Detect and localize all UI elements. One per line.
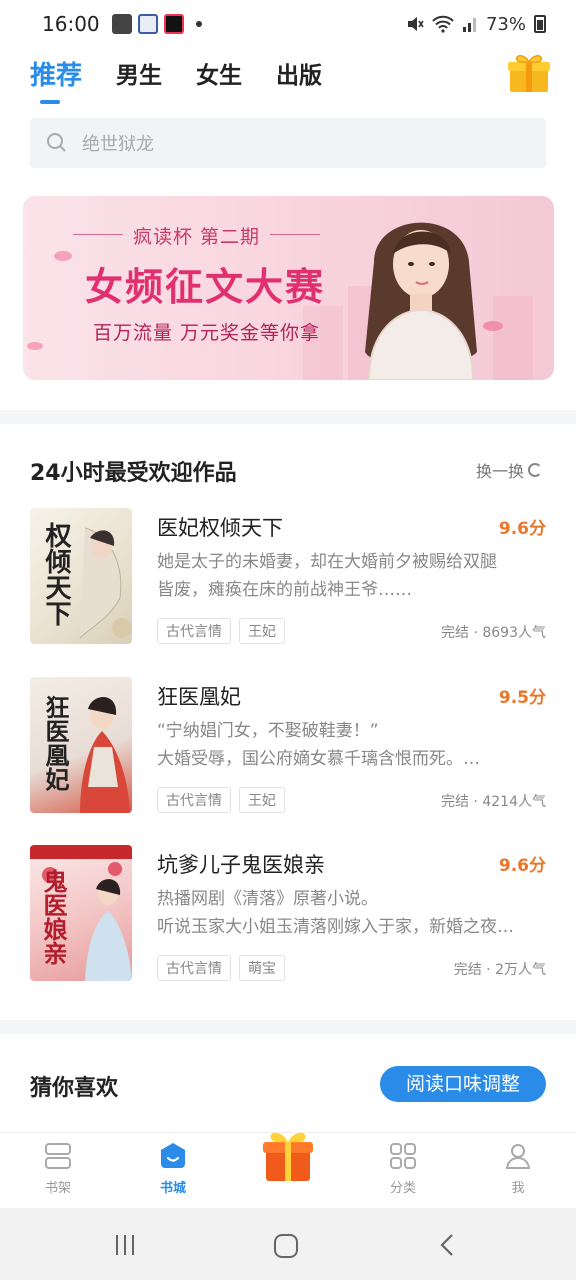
search-input[interactable]: 绝世狱龙 bbox=[30, 118, 546, 168]
tab-female[interactable]: 女生 bbox=[196, 56, 242, 96]
book-tags: 古代言情 萌宝 bbox=[157, 955, 285, 981]
cover-title: 鬼医娘亲 bbox=[39, 869, 68, 965]
book-description-line: 皆废，瘫痪在床的前战神王爷…… bbox=[157, 580, 412, 600]
book-meta: 完结 · 8693人气 bbox=[441, 625, 546, 641]
section-divider bbox=[0, 1020, 576, 1034]
nav-label: 我 bbox=[511, 1181, 525, 1196]
book-tag[interactable]: 古代言情 bbox=[157, 955, 231, 981]
banner-title: 女频征文大赛 bbox=[85, 265, 326, 309]
book-description: 热播网剧《清落》原著小说。 听说玉家大小姐玉清落刚嫁入于家，新婚之夜… bbox=[157, 885, 546, 941]
section-title-popular: 24小时最受欢迎作品 bbox=[30, 461, 237, 486]
cover-title: 权倾天下 bbox=[41, 522, 71, 626]
status-time: 16:00 bbox=[42, 12, 100, 36]
gift-box-icon[interactable] bbox=[258, 1125, 318, 1185]
section-divider bbox=[0, 410, 576, 424]
book-description: “宁纳娼门女，不娶破鞋妻！” 大婚受辱，国公府嫡女慕千璃含恨而死。… bbox=[157, 717, 546, 773]
recent-apps-icon[interactable] bbox=[112, 1232, 138, 1258]
signal-icon bbox=[462, 18, 476, 32]
wifi-icon bbox=[432, 15, 454, 33]
refresh-icon bbox=[528, 463, 542, 477]
promo-banner[interactable]: 疯读杯 第二期 女频征文大赛 百万流量 万元奖金等你拿 bbox=[23, 196, 554, 380]
profile-icon bbox=[505, 1144, 531, 1169]
nav-bookstore[interactable]: 书城 bbox=[133, 1141, 213, 1196]
book-description-line: 听说玉家大小姐玉清落刚嫁入于家，新婚之夜… bbox=[157, 917, 514, 937]
video-notification-icon bbox=[163, 14, 184, 34]
book-title: 狂医凰妃 bbox=[157, 685, 241, 709]
book-meta: 完结 · 2万人气 bbox=[453, 962, 546, 978]
book-title: 医妃权倾天下 bbox=[157, 516, 283, 540]
app-notification-icon bbox=[137, 14, 158, 34]
nav-category[interactable]: 分类 bbox=[363, 1141, 443, 1196]
nav-label: 书架 bbox=[44, 1181, 71, 1196]
home-icon[interactable] bbox=[272, 1232, 300, 1260]
book-description-line: 大婚受辱，国公府嫡女慕千璃含恨而死。… bbox=[157, 749, 480, 769]
cover-title: 狂医凰妃 bbox=[41, 695, 70, 791]
book-cover: 权倾天下 bbox=[30, 508, 132, 644]
tab-publish[interactable]: 出版 bbox=[276, 56, 322, 96]
banner-description: 百万流量 万元奖金等你拿 bbox=[93, 322, 321, 344]
category-icon bbox=[390, 1143, 416, 1169]
notification-icons bbox=[111, 14, 202, 34]
book-cover: 鬼医娘亲 bbox=[30, 845, 132, 981]
search-icon bbox=[47, 133, 66, 152]
more-notifications-icon bbox=[195, 21, 202, 27]
back-icon[interactable] bbox=[436, 1232, 460, 1258]
refresh-label: 换一换 bbox=[475, 462, 524, 481]
banner-illustration bbox=[365, 222, 477, 380]
nav-profile[interactable]: 我 bbox=[478, 1141, 558, 1196]
status-bar: 16:00 73% bbox=[0, 0, 576, 48]
book-item[interactable]: 权倾天下 医妃权倾天下 9.6分 她是太子的未婚妻，却在大婚前夕被赐给双腿 皆废… bbox=[30, 508, 546, 648]
book-title: 坑爹儿子鬼医娘亲 bbox=[157, 853, 325, 877]
status-right: 73% bbox=[406, 14, 546, 35]
book-item[interactable]: 鬼医娘亲 坑爹儿子鬼医娘亲 9.6分 热播网剧《清落》原著小说。 听说玉家大小姐… bbox=[30, 845, 546, 985]
section-title-guess: 猜你喜欢 bbox=[30, 1076, 119, 1101]
book-item[interactable]: 狂医凰妃 狂医凰妃 9.5分 “宁纳娼门女，不娶破鞋妻！” 大婚受辱，国公府嫡女… bbox=[30, 677, 546, 817]
book-cover: 狂医凰妃 bbox=[30, 677, 132, 813]
taste-adjust-button[interactable]: 阅读口味调整 bbox=[380, 1066, 546, 1102]
gift-icon[interactable] bbox=[506, 52, 552, 94]
battery-percent: 73% bbox=[485, 13, 526, 35]
book-tag[interactable]: 古代言情 bbox=[157, 618, 231, 644]
book-description-line: 她是太子的未婚妻，却在大婚前夕被赐给双腿 bbox=[157, 552, 497, 572]
mute-icon bbox=[407, 17, 424, 31]
book-tags: 古代言情 王妃 bbox=[157, 787, 285, 813]
category-tabs: 推荐 男生 女生 出版 bbox=[30, 56, 322, 104]
book-score: 9.6分 bbox=[498, 856, 546, 876]
book-tags: 古代言情 王妃 bbox=[157, 618, 285, 644]
battery-icon bbox=[534, 15, 546, 33]
book-tag[interactable]: 王妃 bbox=[239, 618, 285, 644]
banner-subtitle: 疯读杯 第二期 bbox=[72, 222, 321, 249]
book-description-line: “宁纳娼门女，不娶破鞋妻！” bbox=[157, 721, 379, 741]
book-meta: 完结 · 4214人气 bbox=[441, 794, 546, 810]
book-score: 9.5分 bbox=[498, 688, 546, 708]
book-tag[interactable]: 古代言情 bbox=[157, 787, 231, 813]
nav-label: 书城 bbox=[159, 1181, 186, 1196]
tab-male[interactable]: 男生 bbox=[116, 56, 162, 96]
bottom-nav: 书架 书城 分类 我 bbox=[0, 1132, 576, 1208]
book-description-line: 热播网剧《清落》原著小说。 bbox=[157, 889, 378, 909]
nav-label: 分类 bbox=[389, 1181, 416, 1196]
search-placeholder: 绝世狱龙 bbox=[82, 134, 154, 155]
book-score: 9.6分 bbox=[498, 519, 546, 539]
system-nav-bar bbox=[0, 1208, 576, 1280]
tab-recommend[interactable]: 推荐 bbox=[30, 56, 82, 104]
refresh-button[interactable]: 换一换 bbox=[476, 458, 542, 482]
book-tag[interactable]: 王妃 bbox=[239, 787, 285, 813]
gallery-notification-icon bbox=[111, 14, 132, 34]
book-description: 她是太子的未婚妻，却在大婚前夕被赐给双腿 皆废，瘫痪在床的前战神王爷…… bbox=[157, 548, 546, 604]
book-tag[interactable]: 萌宝 bbox=[239, 955, 285, 981]
bookstore-icon bbox=[161, 1143, 185, 1168]
bookshelf-icon bbox=[45, 1143, 71, 1169]
nav-bookshelf[interactable]: 书架 bbox=[18, 1141, 98, 1196]
